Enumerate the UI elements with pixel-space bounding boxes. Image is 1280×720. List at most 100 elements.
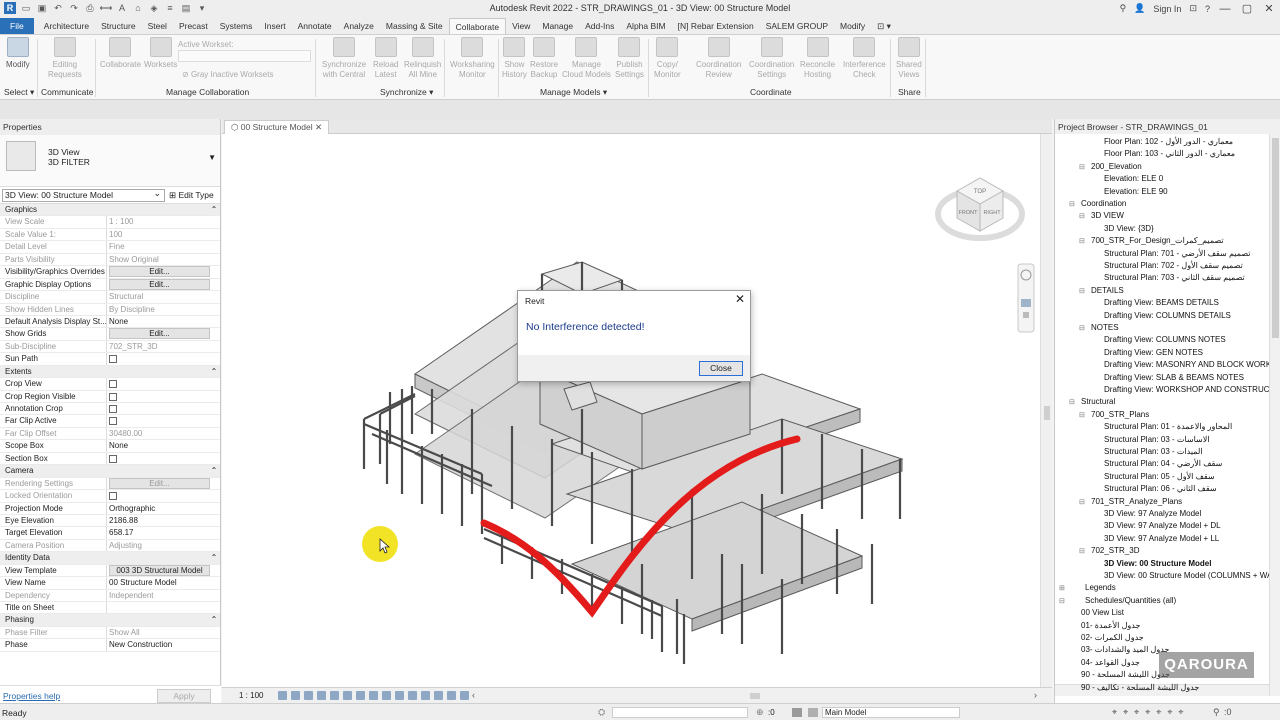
worksharing-display-icon[interactable]: [421, 691, 430, 700]
tree-expand-icon[interactable]: ⊟: [1079, 287, 1085, 295]
tree-folder[interactable]: Legends: [1085, 583, 1116, 592]
property-row[interactable]: Far Clip Active: [0, 415, 220, 428]
selection-filter-icons[interactable]: ⌖⌖⌖⌖⌖⌖⌖: [1112, 707, 1189, 718]
restore-backup-button[interactable]: Restore Backup: [530, 37, 558, 80]
property-row[interactable]: Rendering Settings Edit...: [0, 477, 220, 491]
scroll-right-icon[interactable]: ›: [1034, 690, 1037, 700]
property-value[interactable]: [107, 602, 220, 613]
property-edit-button[interactable]: Edit...: [109, 266, 210, 278]
relinquish-button[interactable]: Relinquish All Mine: [404, 37, 441, 80]
property-row[interactable]: Projection Mode Orthographic: [0, 502, 220, 515]
property-checkbox[interactable]: [109, 355, 117, 364]
property-checkbox[interactable]: [109, 492, 117, 501]
tree-view-item[interactable]: Structural Plan: 04 - سقف الأرضي: [1104, 459, 1222, 468]
canvas-vertical-scrollbar[interactable]: [1040, 134, 1052, 687]
search-binoculars-icon[interactable]: ⚲: [1120, 3, 1127, 14]
tree-view-item[interactable]: 3D View: {3D}: [1104, 224, 1154, 233]
property-value[interactable]: 702_STR_3D: [107, 341, 220, 352]
property-row[interactable]: Phase New Construction: [0, 639, 220, 652]
design-options-icon[interactable]: [792, 708, 802, 717]
tree-folder[interactable]: 04- جدول القواعد: [1081, 658, 1140, 667]
viewcube-right-label[interactable]: RIGHT: [983, 210, 1001, 216]
tree-folder[interactable]: 3D VIEW: [1091, 211, 1124, 220]
tree-view-item[interactable]: Drafting View: COLUMNS DETAILS: [1104, 311, 1231, 320]
shadows-icon[interactable]: [317, 691, 326, 700]
user-icon[interactable]: 👤: [1134, 3, 1145, 14]
property-checkbox[interactable]: [109, 380, 117, 389]
sun-path-icon[interactable]: [304, 691, 313, 700]
property-row[interactable]: Detail Level Fine: [0, 241, 220, 254]
tab-annotate[interactable]: Annotate: [292, 18, 338, 34]
property-value[interactable]: Adjusting: [107, 540, 220, 551]
tree-view-item[interactable]: Structural Plan: 03 - الاساسات: [1104, 435, 1210, 444]
property-row[interactable]: Phase Filter Show All: [0, 626, 220, 640]
dialog-close-icon[interactable]: ✕: [735, 292, 745, 306]
property-row[interactable]: Section Box: [0, 452, 220, 466]
property-value[interactable]: Fine: [107, 241, 220, 252]
tab-analyze[interactable]: Analyze: [338, 18, 380, 34]
active-workset-select[interactable]: [178, 50, 311, 62]
crop-view-icon[interactable]: [343, 691, 352, 700]
property-row[interactable]: View Scale 1 : 100: [0, 216, 220, 229]
property-value[interactable]: 2186.88: [107, 515, 220, 526]
property-value[interactable]: Independent: [107, 590, 220, 601]
tree-view-item[interactable]: Structural Plan: 06 - سقف الثاني: [1104, 484, 1217, 493]
tab-insert[interactable]: Insert: [258, 18, 291, 34]
tree-expand-icon[interactable]: ⊟: [1069, 398, 1075, 406]
editable-only-icon[interactable]: ⊕: [756, 707, 764, 718]
constraints-icon[interactable]: [434, 691, 443, 700]
scroll-thumb[interactable]: [1044, 406, 1050, 420]
tree-expand-icon[interactable]: ⊟: [1069, 200, 1075, 208]
tab-add-ins[interactable]: Add-Ins: [579, 18, 620, 34]
property-row[interactable]: Scope Box None: [0, 440, 220, 453]
property-row[interactable]: Discipline Structural: [0, 291, 220, 304]
property-row[interactable]: Default Analysis Display St... None: [0, 315, 220, 329]
interference-check-button[interactable]: Interference Check: [843, 37, 886, 80]
property-value[interactable]: 658.17: [107, 527, 220, 538]
property-row[interactable]: Annotation Crop: [0, 403, 220, 416]
type-selector[interactable]: 3D View 3D FILTER ▼: [0, 135, 220, 187]
copy-monitor-button[interactable]: Copy/Monitor: [654, 37, 681, 80]
workset-icon[interactable]: ⛭: [598, 707, 605, 718]
property-edit-button[interactable]: Edit...: [109, 477, 210, 489]
shared-views-button[interactable]: Shared Views: [896, 37, 922, 80]
property-row[interactable]: Sun Path: [0, 353, 220, 366]
worksets-button[interactable]: Worksets: [144, 37, 177, 70]
tree-expand-icon[interactable]: ⊟: [1079, 212, 1085, 220]
view-tab[interactable]: ⬡ 00 Structure Model ✕: [224, 120, 330, 134]
property-value[interactable]: Orthographic: [107, 503, 220, 514]
tree-folder[interactable]: 00 View List: [1081, 608, 1124, 617]
tab-salem-group[interactable]: SALEM GROUP: [760, 18, 834, 34]
filter-icon[interactable]: ⚲: [1213, 707, 1220, 718]
tree-view-item[interactable]: Drafting View: WORKSHOP AND CONSTRUCTION: [1104, 385, 1269, 394]
property-row[interactable]: View Template 003 3D Structural Model: [0, 564, 220, 578]
help-icon[interactable]: ?: [1205, 4, 1210, 14]
tree-view-item[interactable]: 3D View: 97 Analyze Model: [1104, 509, 1201, 518]
highlight-displacement-icon[interactable]: [460, 691, 469, 700]
property-row[interactable]: Show Hidden Lines By Discipline: [0, 303, 220, 316]
manage-cloud-models-button[interactable]: Manage Cloud Models: [562, 37, 611, 80]
tree-expand-icon[interactable]: ⊟: [1079, 163, 1085, 171]
tab-alpha-bim[interactable]: Alpha BIM: [620, 18, 671, 34]
tree-view-item[interactable]: Drafting View: GEN NOTES: [1104, 348, 1203, 357]
collapse-icon[interactable]: ⌃: [206, 366, 220, 377]
collapse-icon[interactable]: ⌃: [206, 614, 220, 625]
tree-view-item[interactable]: Structural Plan: 03 - الميدات: [1104, 447, 1203, 456]
tree-expand-icon[interactable]: ⊟: [1059, 597, 1065, 605]
tree-expand-icon[interactable]: ⊞: [1059, 584, 1065, 592]
edit-type-button[interactable]: ⊞ Edit Type: [169, 190, 214, 201]
exclude-options-icon[interactable]: [808, 708, 818, 717]
workset-selector[interactable]: [612, 707, 748, 718]
collapse-icon[interactable]: ⌃: [206, 552, 220, 563]
tree-view-item[interactable]: Drafting View: MASONRY AND BLOCK WORK: [1104, 360, 1269, 369]
property-row[interactable]: Visibility/Graphics Overrides Edit...: [0, 266, 220, 279]
property-row[interactable]: Parts Visibility Show Original: [0, 253, 220, 267]
property-group[interactable]: Phasing ⌃: [0, 614, 220, 627]
tree-folder[interactable]: 701_STR_Analyze_Plans: [1091, 497, 1182, 506]
property-value[interactable]: New Construction: [107, 639, 220, 650]
tab-precast[interactable]: Precast: [173, 18, 214, 34]
tab-n-rebar-extension[interactable]: [N] Rebar Extension: [672, 18, 760, 34]
sign-in-link[interactable]: Sign In: [1153, 4, 1181, 14]
tree-folder[interactable]: 03- جدول الميد والشدادات: [1081, 645, 1169, 654]
property-row[interactable]: Graphic Display Options Edit...: [0, 278, 220, 292]
